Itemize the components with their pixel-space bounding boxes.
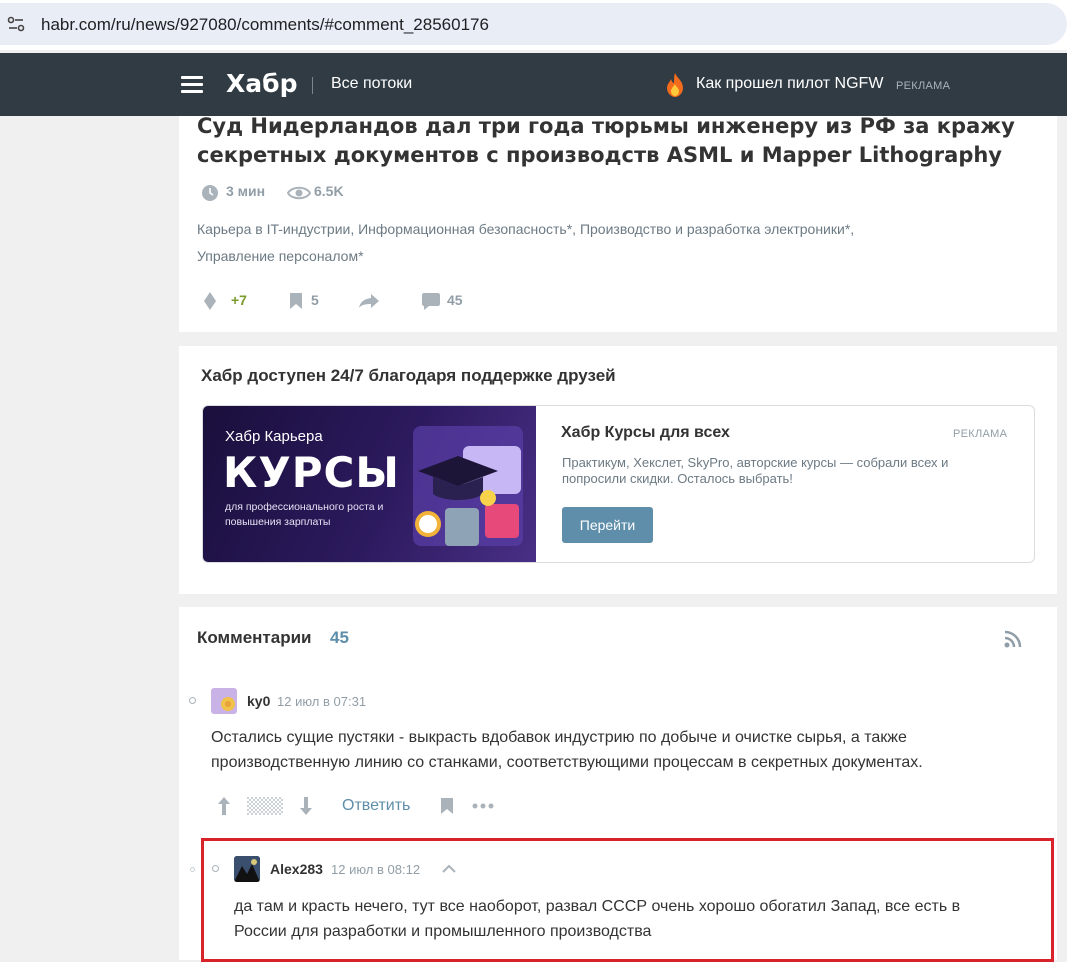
banner-main-text: КУРСЫ bbox=[223, 448, 400, 497]
header-ad-badge: РЕКЛАМА bbox=[896, 80, 951, 92]
read-time: 3 мин bbox=[226, 183, 266, 199]
rss-icon[interactable] bbox=[1003, 629, 1023, 649]
site-logo[interactable]: Хабр bbox=[226, 69, 298, 98]
comments-count-action[interactable]: 45 bbox=[447, 292, 463, 308]
rating-value: +7 bbox=[231, 292, 247, 308]
ad-go-button[interactable]: Перейти bbox=[562, 507, 653, 543]
bookmark-icon[interactable] bbox=[289, 292, 303, 310]
all-streams-link[interactable]: Все потоки bbox=[331, 75, 412, 93]
header-divider bbox=[312, 77, 313, 94]
views-count: 6.5K bbox=[314, 183, 344, 199]
comments-count: 45 bbox=[330, 628, 349, 647]
ad-badge: РЕКЛАМА bbox=[953, 428, 1008, 440]
avatar-image-icon bbox=[221, 697, 235, 711]
banner-image[interactable]: Хабр Карьера КУРСЫ для профессионального… bbox=[203, 406, 536, 562]
reply-button[interactable]: Ответить bbox=[342, 797, 410, 815]
eye-icon bbox=[287, 186, 311, 200]
header-promo-link[interactable]: Как прошел пилот NGFW bbox=[696, 75, 883, 93]
hubs-line[interactable]: Карьера в IT-индустрии, Информационная б… bbox=[197, 216, 1017, 243]
more-icon[interactable] bbox=[472, 802, 494, 810]
comments-title: Комментарии bbox=[197, 628, 312, 647]
browser-address-bar: habr.com/ru/news/927080/comments/#commen… bbox=[0, 0, 1067, 50]
url-text[interactable]: habr.com/ru/news/927080/comments/#commen… bbox=[41, 15, 489, 35]
comments-icon[interactable] bbox=[421, 292, 441, 311]
highlight-frame bbox=[201, 838, 1054, 962]
comment-time[interactable]: 12 июл в 07:31 bbox=[277, 694, 366, 709]
support-title: Хабр доступен 24/7 благодаря поддержке д… bbox=[201, 366, 616, 385]
site-settings-icon[interactable] bbox=[6, 14, 26, 34]
hubs-line[interactable]: Управление персоналом* bbox=[197, 243, 1017, 270]
url-field[interactable]: habr.com/ru/news/927080/comments/#commen… bbox=[0, 3, 1067, 45]
share-icon[interactable] bbox=[358, 293, 380, 309]
bookmarks-count: 5 bbox=[311, 292, 319, 308]
ad-description: Практикум, Хекслет, SkyPro, авторские ку… bbox=[562, 455, 949, 486]
article-hubs: Карьера в IT-индустрии, Информационная б… bbox=[197, 216, 1017, 270]
banner-career-text: Хабр Карьера bbox=[225, 428, 323, 445]
thread-dot bbox=[190, 867, 195, 872]
banner-subtitle: для профессионального роста и повышения … bbox=[225, 501, 384, 528]
comment-text-line: Остались сущие пустяки - выкрасть вдобав… bbox=[211, 729, 907, 746]
comment-text-line: производственную линию со станками, соот… bbox=[211, 754, 923, 771]
graduation-cap-illustration-icon bbox=[413, 426, 523, 546]
rating-hidden-icon bbox=[247, 797, 283, 815]
avatar[interactable] bbox=[211, 688, 237, 714]
menu-icon[interactable] bbox=[181, 76, 203, 94]
thread-dot bbox=[189, 697, 196, 704]
bookmark-icon[interactable] bbox=[440, 797, 454, 815]
article-title[interactable]: Суд Нидерландов дал три года тюрьмы инже… bbox=[197, 112, 1027, 170]
comment-text: Остались сущие пустяки - выкрасть вдобав… bbox=[211, 725, 923, 775]
ad-title[interactable]: Хабр Курсы для всех bbox=[561, 424, 730, 442]
arrow-down-icon[interactable] bbox=[299, 796, 313, 816]
clock-icon bbox=[202, 185, 218, 201]
comment-username[interactable]: ky0 bbox=[247, 693, 270, 709]
fire-icon bbox=[667, 73, 683, 97]
arrow-up-icon[interactable] bbox=[217, 796, 231, 816]
rating-icon[interactable] bbox=[203, 291, 217, 311]
